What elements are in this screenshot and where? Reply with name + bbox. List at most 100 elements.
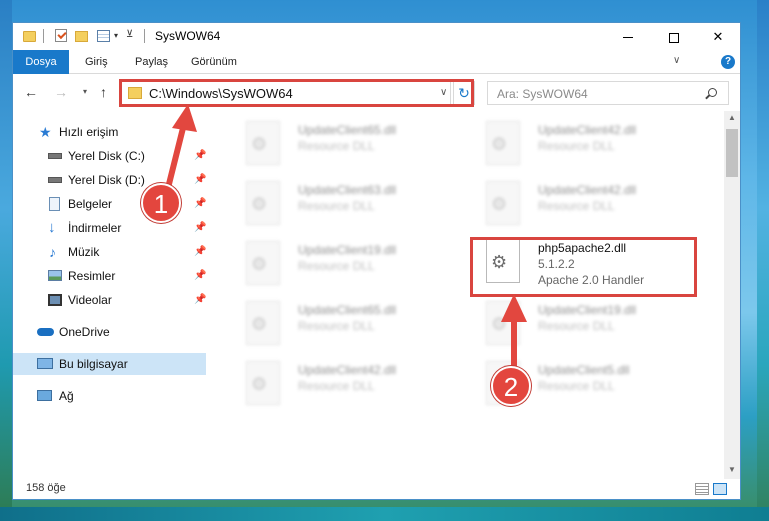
sidebar-item-local-disk-d[interactable]: Yerel Disk (D:) 📌	[13, 169, 206, 191]
cloud-icon	[37, 328, 54, 336]
music-icon: ♪	[49, 244, 56, 260]
maximize-button[interactable]	[651, 23, 697, 50]
help-icon[interactable]: ?	[721, 55, 735, 69]
dll-file-icon	[486, 121, 520, 165]
tab-home[interactable]: Giriş	[85, 50, 108, 74]
scroll-down-icon[interactable]: ▼	[728, 465, 736, 474]
pictures-icon	[48, 270, 62, 281]
pin-icon[interactable]: 📌	[194, 222, 206, 233]
file-description: Resource DLL	[538, 319, 615, 333]
sidebar-item-downloads[interactable]: ↓ İndirmeler 📌	[13, 217, 206, 239]
sidebar-item-label: Bu bilgisayar	[59, 357, 128, 371]
maximize-icon	[669, 32, 679, 43]
recent-locations-icon[interactable]: ▾	[83, 87, 87, 96]
file-name: UpdateClient42.dll	[298, 363, 397, 377]
up-arrow-icon[interactable]: ↑	[100, 84, 107, 100]
scroll-thumb[interactable]	[726, 129, 738, 177]
file-item[interactable]: UpdateClient19.dll Resource DLL	[226, 237, 456, 293]
tab-file[interactable]: Dosya	[13, 50, 69, 74]
drive-icon	[48, 153, 62, 159]
file-highlight-box	[470, 237, 697, 297]
step-badge-1: 1	[141, 183, 181, 223]
forward-arrow-icon[interactable]: →	[54, 84, 68, 100]
file-item[interactable]: UpdateClient42.dll Resource DLL	[466, 177, 696, 233]
close-icon: ✕	[712, 29, 724, 44]
pin-icon[interactable]: 📌	[194, 174, 206, 185]
file-item[interactable]: UpdateClient19.dll Resource DLL	[466, 297, 696, 353]
properties-check-icon[interactable]	[55, 29, 67, 42]
file-item[interactable]: UpdateClient42.dll Resource DLL	[226, 357, 456, 413]
sidebar-item-label: Belgeler	[68, 197, 113, 211]
dll-file-icon	[246, 241, 280, 285]
close-button[interactable]: ✕	[695, 23, 741, 50]
view-properties-icon[interactable]	[97, 30, 110, 42]
network-icon	[37, 390, 52, 401]
pin-icon[interactable]: 📌	[194, 294, 206, 305]
pin-icon[interactable]: 📌	[194, 150, 206, 161]
item-count: 158 öğe	[26, 482, 66, 494]
vertical-scrollbar[interactable]: ▲ ▼	[724, 111, 740, 479]
sidebar-item-label: Resimler	[68, 269, 116, 283]
file-name: UpdateClient5.dll	[538, 363, 630, 377]
pin-icon[interactable]: 📌	[194, 198, 206, 209]
file-item[interactable]: UpdateClient42.dll Resource DLL	[466, 117, 696, 173]
dll-file-icon	[246, 301, 280, 345]
toolbar-separator	[43, 29, 44, 43]
dll-file-icon	[246, 181, 280, 225]
chevron-down-icon[interactable]: ▾	[114, 31, 118, 45]
file-description: Resource DLL	[298, 319, 375, 333]
file-item[interactable]: UpdateClient63.dll Resource DLL	[226, 177, 456, 233]
customize-toolbar-icon[interactable]: ⊻	[126, 29, 133, 43]
navigation-pane: ★ Hızlı erişim Yerel Disk (C:) 📌 Yerel D…	[13, 111, 209, 479]
dll-file-icon	[246, 361, 280, 405]
file-description: Resource DLL	[538, 199, 615, 213]
file-name: UpdateClient42.dll	[538, 183, 637, 197]
desktop-background-right	[757, 0, 769, 521]
sidebar-item-pictures[interactable]: Resimler 📌	[13, 265, 206, 287]
file-description: Resource DLL	[538, 379, 615, 393]
dll-file-icon	[486, 301, 520, 345]
step-badge-2: 2	[491, 366, 531, 406]
ribbon-tabs: Dosya Giriş Paylaş Görünüm ∨ ?	[13, 50, 740, 74]
file-name: UpdateClient65.dll	[298, 303, 397, 317]
search-input[interactable]: Ara: SysWOW64	[487, 81, 729, 105]
file-explorer-window: ▾ ⊻ SysWOW64 ✕ Dosya Giriş Paylaş Görünü…	[12, 22, 741, 500]
tab-share[interactable]: Paylaş	[135, 50, 168, 74]
file-name: UpdateClient42.dll	[538, 123, 637, 137]
dll-file-icon	[486, 181, 520, 225]
sidebar-item-music[interactable]: ♪ Müzik 📌	[13, 241, 206, 263]
file-item[interactable]: UpdateClient65.dll Resource DLL	[226, 117, 456, 173]
folder-icon	[23, 31, 36, 42]
sidebar-item-label: Yerel Disk (C:)	[68, 149, 145, 163]
toolbar-separator	[144, 29, 145, 43]
status-bar: 158 öğe	[13, 479, 740, 499]
videos-icon	[48, 294, 62, 306]
sidebar-item-label: OneDrive	[59, 325, 110, 339]
back-arrow-icon[interactable]: ←	[24, 84, 38, 100]
sidebar-item-label: Ağ	[59, 389, 74, 403]
sidebar-item-network[interactable]: Ağ	[13, 385, 206, 407]
pin-icon[interactable]: 📌	[194, 270, 206, 281]
sidebar-item-videos[interactable]: Videolar 📌	[13, 289, 206, 311]
sidebar-item-quick-access[interactable]: ★ Hızlı erişim	[13, 121, 206, 143]
pin-icon[interactable]: 📌	[194, 246, 206, 257]
sidebar-item-label: Müzik	[68, 245, 100, 259]
sidebar-item-label: İndirmeler	[68, 221, 122, 235]
scroll-up-icon[interactable]: ▲	[728, 113, 736, 122]
new-folder-icon[interactable]	[75, 31, 88, 42]
sidebar-item-onedrive[interactable]: OneDrive	[13, 321, 206, 343]
file-name: UpdateClient65.dll	[298, 123, 397, 137]
large-icons-view-icon[interactable]	[713, 483, 727, 495]
sidebar-item-this-pc[interactable]: Bu bilgisayar	[13, 353, 206, 375]
details-view-icon[interactable]	[695, 483, 709, 495]
expand-ribbon-icon[interactable]: ∨	[673, 55, 680, 66]
documents-icon	[49, 197, 60, 211]
tab-view[interactable]: Görünüm	[191, 50, 237, 74]
minimize-button[interactable]	[605, 23, 651, 50]
title-bar: ▾ ⊻ SysWOW64 ✕	[13, 23, 740, 50]
file-item[interactable]: UpdateClient65.dll Resource DLL	[226, 297, 456, 353]
sidebar-item-label: Videolar	[68, 293, 112, 307]
sidebar-item-local-disk-c[interactable]: Yerel Disk (C:) 📌	[13, 145, 206, 167]
address-highlight-box	[119, 79, 474, 107]
desktop-background-bottom	[0, 507, 769, 521]
